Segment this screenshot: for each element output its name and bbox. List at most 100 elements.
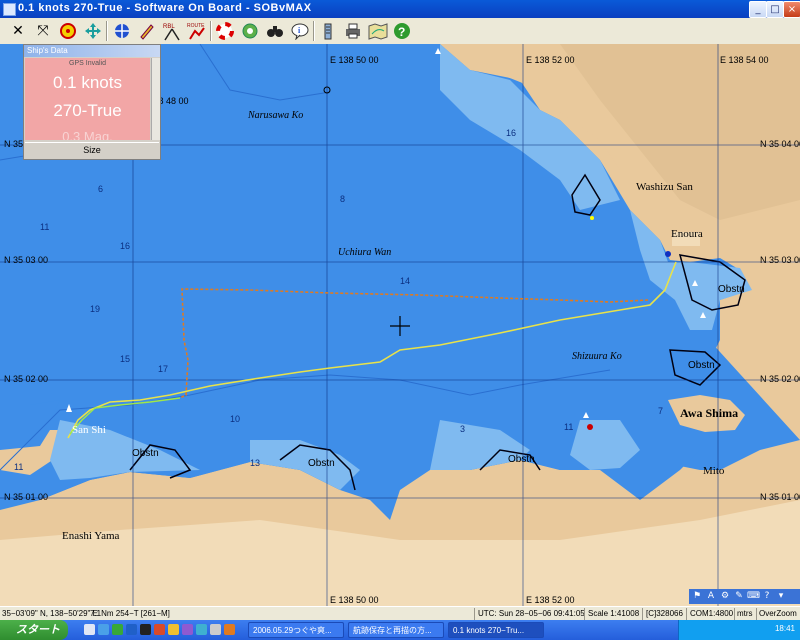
task-button[interactable]: 2006.05.29つぐや爽... [248,622,344,638]
place-washizu-san: Washizu San [636,181,693,193]
panel-scrollbar[interactable] [151,58,160,140]
position-marker [665,251,671,257]
depth-sounding: 11 [564,422,574,432]
lat-label-right: N 35 02 00 [760,374,800,384]
window-title: 0.1 knots 270-True - Software On Board -… [18,2,312,14]
units: mtrs [737,609,753,618]
depth-sounding: 13 [250,458,261,468]
place-narusawa: Narusawa Ko [248,110,304,121]
center-icon[interactable] [112,21,132,41]
pan-icon[interactable] [83,21,103,41]
rbl-icon[interactable]: RBL [162,21,182,41]
binoculars-icon[interactable] [265,21,285,41]
speed-readout: 0.1 knots [53,73,122,92]
depth-sounding: 16 [120,241,131,251]
excel-icon[interactable] [112,624,123,635]
course-readout: 270-True [53,101,122,120]
lat-label-right: N 35 01 00 [760,492,800,502]
arrow-icon[interactable]: ▾ [775,590,787,602]
app-icon-1[interactable] [140,624,151,635]
lon-label: E 138 50 00 [330,55,379,65]
obstn-label: Obstn [308,458,335,469]
title-bar: 0.1 knots 270-True - Software On Board -… [0,0,800,18]
app-icon-4[interactable] [182,624,193,635]
route-icon[interactable]: ROUTE [187,21,207,41]
depth-sounding: 6 [98,184,104,194]
minimize-button[interactable]: _ [749,1,767,18]
depth-sounding: 11 [40,222,50,232]
route-label: ROUTE [187,23,205,29]
depth-sounding: 15 [120,354,131,364]
shrink-icon[interactable]: ✕ [8,21,28,41]
gps-status: GPS Invalid [69,60,106,67]
pencil-icon[interactable] [137,21,157,41]
place-mito: Mito [703,465,725,477]
ships-data-panel[interactable]: Ship's Data GPS Invalid 0.1 knots 270-Tr… [23,44,161,160]
map-icon[interactable] [368,21,388,41]
maximize-button[interactable]: □ [766,1,784,18]
tide-icon[interactable] [318,21,338,41]
data-display: GPS Invalid 0.1 knots 270-True 0.3 Mag. [25,58,150,140]
target-icon[interactable] [58,21,78,41]
taskbar: スタート 2006.05.29つぐや爽... 航跡保存と再描の方... 0.1 … [0,620,800,640]
zoom-status: OverZoom [759,609,797,618]
lat-label-right: N 35 03 00 [760,255,800,265]
depth-sounding: 16 [506,128,517,138]
obstn-label: Obstn [508,454,535,465]
status-bar: 35−03'09" N, 138−50'29" E 7.1Nm 254−T [2… [0,606,800,621]
desktop-icon[interactable] [84,624,95,635]
obstn-label: Obstn [718,284,745,295]
help-small-icon[interactable]: ? [761,590,773,602]
depth-sounding: 11 [14,462,24,472]
panel-title: Ship's Data [24,45,160,57]
place-sanshi: San Shi [72,424,106,436]
lat-label: N 35 01 00 [4,492,49,502]
app-icon-6[interactable] [210,624,221,635]
app-icon [3,3,16,16]
close-button[interactable]: × [783,1,800,18]
wheel-icon[interactable] [240,21,260,41]
expand-icon[interactable]: ⤧ [33,21,53,41]
lon-label-bottom: E 138 50 00 [330,595,379,605]
pen-icon[interactable]: ✎ [733,590,745,602]
app-icon-3[interactable] [168,624,179,635]
place-shizuura: Shizuura Ko [572,351,622,362]
place-uchiura-wan: Uchiura Wan [338,247,392,258]
lat-label: N 35 02 00 [4,374,49,384]
info-icon[interactable]: i [290,21,310,41]
lon-label: E 138 54 00 [720,55,769,65]
lat-label: N 35 03 00 [4,255,49,265]
printer-icon[interactable] [343,21,363,41]
depth-sounding: 14 [400,276,411,286]
depth-sounding: 8 [340,194,346,204]
obstn-label: Obstn [688,360,715,371]
help-icon[interactable]: ? [392,21,412,41]
font-icon[interactable]: A [705,590,717,602]
app-icon-2[interactable] [154,624,165,635]
svg-text:?: ? [398,25,405,39]
lat-label-right: N 35 04 00 [760,139,800,149]
word-icon[interactable] [126,624,137,635]
start-button[interactable]: スタート [0,620,68,640]
lon-label-bottom: E 138 52 00 [526,595,575,605]
flag-icon[interactable]: ⚑ [691,590,703,602]
chart-id: [C]328066 [646,609,683,618]
app-icon-5[interactable] [196,624,207,635]
app-icon-7[interactable] [224,624,235,635]
ie-icon[interactable] [98,624,109,635]
depth-sounding: 3 [460,424,466,434]
settings-icon[interactable]: ⚙ [719,590,731,602]
depth-sounding: 17 [158,364,169,374]
task-button-active[interactable]: 0.1 knots 270−Tru... [448,622,544,638]
size-button[interactable]: Size [25,142,159,157]
lifebuoy-icon[interactable] [215,21,235,41]
range-bearing: 7.1Nm 254−T [261−M] [90,609,170,618]
clock: 18:41 [774,624,795,633]
mini-toolbar: ⚑ A ⚙ ✎ ⌨ ? ▾ [689,589,800,604]
keyboard-icon[interactable]: ⌨ [747,590,760,602]
task-button[interactable]: 航跡保存と再描の方... [348,622,444,638]
rbl-label: RBL [163,24,175,30]
system-tray: 18:41 [678,620,800,640]
depth-sounding: 10 [230,414,241,424]
magnetic-readout: 0.3 Mag. [62,129,113,140]
